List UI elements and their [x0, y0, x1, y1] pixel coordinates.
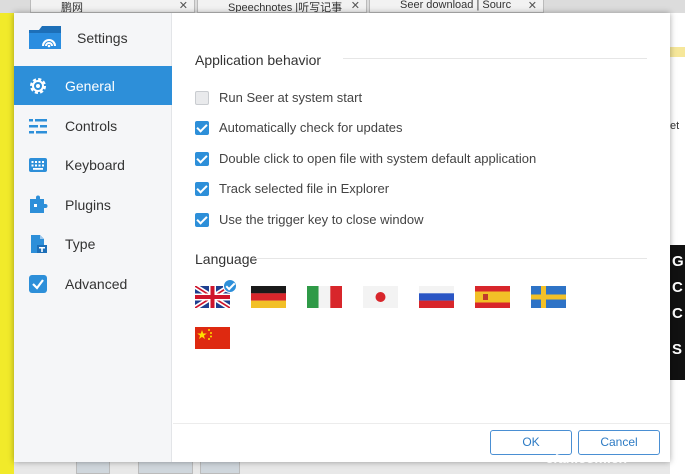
option-label: Double click to open file with system de… [219, 151, 537, 166]
app-brand: Settings [14, 13, 172, 63]
banner-letter: S [672, 341, 683, 358]
china-flag[interactable] [195, 327, 230, 349]
background-page: et G C C S [670, 13, 685, 474]
sweden-flag[interactable] [531, 286, 566, 308]
sliders-icon [29, 119, 47, 134]
section-title-language: Language [195, 251, 258, 267]
sidebar-item-general[interactable]: General [14, 66, 172, 105]
banner-letter: G [672, 253, 684, 270]
sidebar: Settings General Controls Keyboard Plugi… [14, 13, 172, 462]
sidebar-item-label: Advanced [65, 276, 128, 292]
tab-label: Seer download | Sourc [400, 0, 512, 11]
sidebar-item-label: Plugins [65, 197, 111, 213]
option-label: Track selected file in Explorer [219, 181, 390, 196]
close-icon[interactable]: ✕ [528, 0, 537, 12]
sidebar-item-controls[interactable]: Controls [14, 106, 172, 145]
russia-flag[interactable] [419, 286, 454, 308]
section-title-application-behavior: Application behavior [195, 52, 322, 68]
background-banner: G C C S [670, 245, 685, 380]
option-label: Run Seer at system start [219, 90, 363, 105]
spain-flag[interactable] [475, 286, 510, 308]
selected-check-icon [223, 279, 237, 293]
seer-logo-icon [29, 26, 61, 49]
browser-tab[interactable]: 鹏网 ✕ [30, 0, 195, 13]
checkbox[interactable] [195, 91, 209, 105]
sidebar-item-type[interactable]: Type [14, 224, 172, 263]
checkbox[interactable] [195, 152, 209, 166]
dialog-title: Settings [77, 30, 128, 46]
browser-tab[interactable]: Speechnotes |听写记事 ✕ [197, 0, 367, 13]
checkbox-icon [29, 275, 47, 293]
gear-icon [30, 78, 46, 94]
checkbox[interactable] [195, 213, 209, 227]
sidebar-item-plugins[interactable]: Plugins [14, 185, 172, 224]
sidebar-item-advanced[interactable]: Advanced [14, 264, 172, 303]
checkbox[interactable] [195, 182, 209, 196]
japan-flag[interactable] [363, 286, 398, 308]
tab-label: Speechnotes |听写记事 [228, 2, 343, 13]
checkbox[interactable] [195, 121, 209, 135]
browser-tab-bar: 鹏网 ✕ Speechnotes |听写记事 ✕ Seer download | S… [0, 0, 685, 13]
sidebar-item-label: Type [65, 236, 96, 252]
file-type-icon [31, 235, 47, 253]
desktop-background [0, 0, 14, 474]
germany-flag[interactable] [251, 286, 286, 308]
puzzle-icon [30, 195, 48, 213]
tab-label: 鹏网 [61, 2, 83, 13]
sidebar-item-keyboard[interactable]: Keyboard [14, 145, 172, 184]
divider [343, 58, 647, 59]
banner-letter: C [672, 305, 683, 322]
close-icon[interactable]: ✕ [351, 0, 360, 12]
banner-letter: C [672, 279, 683, 296]
settings-content: Application behavior Run Seer at system … [173, 13, 670, 423]
background-bar [670, 47, 685, 57]
divider [253, 258, 647, 259]
keyboard-icon [29, 158, 47, 172]
background-text: et [670, 120, 680, 132]
browser-tab[interactable]: Seer download | Sourc ✕ [369, 0, 544, 13]
sidebar-item-label: General [65, 78, 115, 94]
close-icon[interactable]: ✕ [179, 0, 188, 12]
option-label: Use the trigger key to close window [219, 212, 424, 227]
option-label: Automatically check for updates [219, 120, 403, 135]
sidebar-item-label: Controls [65, 118, 118, 134]
italy-flag[interactable] [307, 286, 342, 308]
sidebar-item-label: Keyboard [65, 157, 125, 173]
watermark: cfan.com.cn [546, 450, 628, 466]
settings-dialog: Settings General Controls Keyboard Plugi… [14, 13, 670, 462]
